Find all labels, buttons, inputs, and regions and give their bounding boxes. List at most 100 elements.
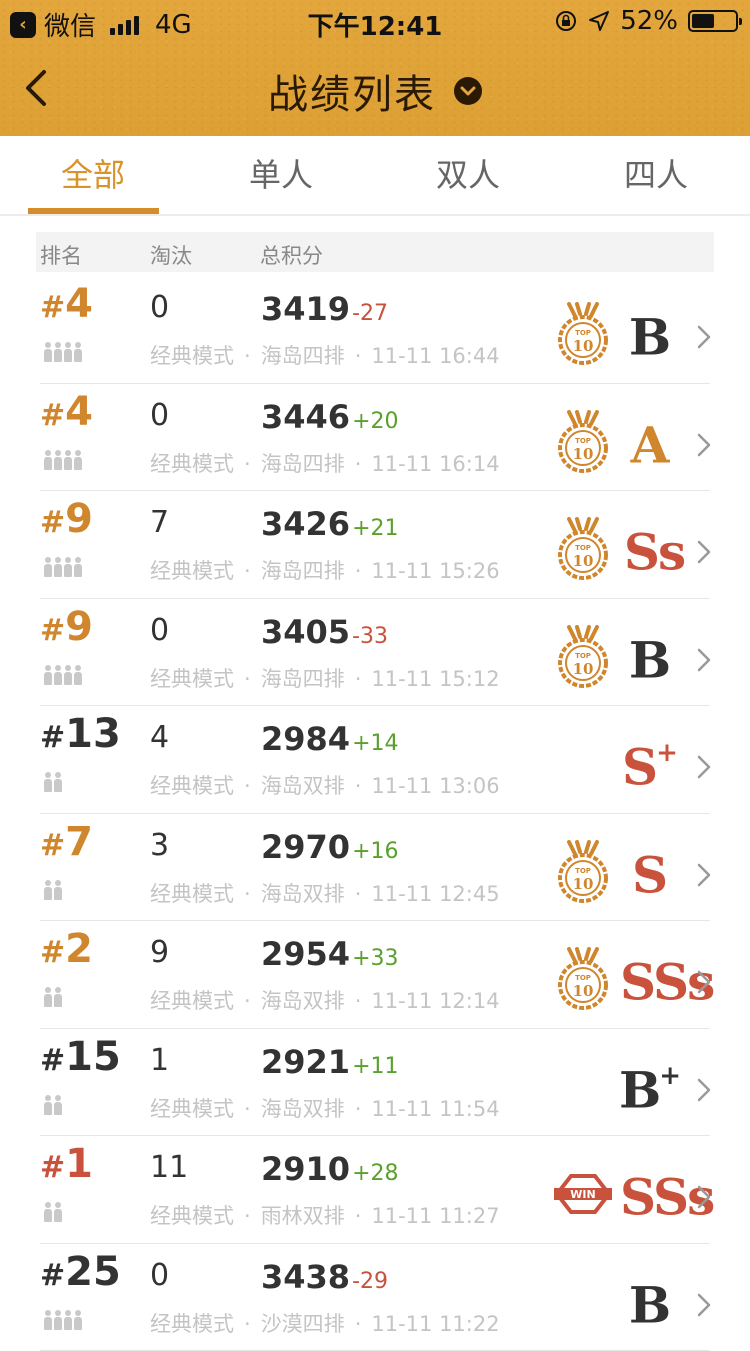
match-map: 海岛双排 xyxy=(261,1097,345,1121)
tab-duo[interactable]: 双人 xyxy=(398,150,538,196)
match-row[interactable]: #403419-27经典模式·海岛四排·11-11 16:44TOP10B xyxy=(0,276,750,384)
tab-squad[interactable]: 四人 xyxy=(586,150,726,196)
chevron-right-icon[interactable] xyxy=(696,647,712,673)
chevron-right-icon[interactable] xyxy=(696,324,712,350)
score: 3405-33 xyxy=(261,613,388,651)
grade-rating: SSs xyxy=(620,1164,694,1223)
chevron-right-icon[interactable] xyxy=(696,1077,712,1103)
mode-tabs: 全部 单人 双人 四人 xyxy=(0,136,750,216)
grade-letter: A xyxy=(631,415,668,474)
match-row[interactable]: #2503438-29经典模式·沙漠四排·11-11 11:22B xyxy=(0,1244,750,1351)
match-row[interactable]: #1512921+11经典模式·海岛双排·11-11 11:54B+ xyxy=(0,1029,750,1137)
match-map: 海岛双排 xyxy=(261,989,345,1013)
match-meta: 经典模式·海岛四排·11-11 16:44 xyxy=(150,340,500,370)
kills-value: 0 xyxy=(150,613,169,648)
match-map: 海岛四排 xyxy=(261,559,345,583)
separator-dot: · xyxy=(355,452,362,476)
rank: #2 xyxy=(40,927,93,975)
rank-hash: # xyxy=(40,828,65,863)
rank-value: 4 xyxy=(65,281,93,327)
separator-dot: · xyxy=(244,559,251,583)
match-mode: 经典模式 xyxy=(150,882,234,906)
player-icon xyxy=(64,1310,72,1330)
kills-value: 11 xyxy=(150,1150,188,1185)
grade-letter: B xyxy=(629,1275,669,1334)
score: 3446+20 xyxy=(261,398,399,436)
match-time: 11-11 13:06 xyxy=(371,774,499,798)
chevron-right-icon[interactable] xyxy=(696,969,712,995)
match-meta: 经典模式·海岛四排·11-11 15:26 xyxy=(150,555,500,585)
chevron-right-icon[interactable] xyxy=(696,1292,712,1318)
rank-value: 2 xyxy=(65,926,93,972)
match-row[interactable]: #292954+33经典模式·海岛双排·11-11 12:14TOP10SSs xyxy=(0,921,750,1029)
player-icon xyxy=(54,557,62,577)
score: 2954+33 xyxy=(261,935,399,973)
separator-dot: · xyxy=(244,774,251,798)
match-map: 海岛四排 xyxy=(261,344,345,368)
kills-value: 3 xyxy=(150,828,169,863)
svg-text:TOP: TOP xyxy=(575,544,591,552)
match-time: 11-11 12:45 xyxy=(371,882,499,906)
player-icon xyxy=(44,987,52,1007)
chevron-right-icon[interactable] xyxy=(696,432,712,458)
team-size-icons xyxy=(44,1310,82,1330)
match-map: 海岛四排 xyxy=(261,667,345,691)
battery-percent: 52% xyxy=(620,6,678,36)
score-delta: +11 xyxy=(352,1054,398,1079)
player-icon xyxy=(64,450,72,470)
svg-text:TOP: TOP xyxy=(575,329,591,337)
separator-dot: · xyxy=(355,559,362,583)
rank-hash: # xyxy=(40,505,65,540)
match-row[interactable]: #1112910+28经典模式·雨林双排·11-11 11:27WINSSs xyxy=(0,1136,750,1244)
match-row[interactable]: #732970+16经典模式·海岛双排·11-11 12:45TOP10S xyxy=(0,814,750,922)
score-delta: +14 xyxy=(352,731,398,756)
match-row[interactable]: #1342984+14经典模式·海岛双排·11-11 13:06S+ xyxy=(0,706,750,814)
separator-dot: · xyxy=(355,882,362,906)
score-delta: +16 xyxy=(352,839,398,864)
tab-solo[interactable]: 单人 xyxy=(211,150,351,196)
team-size-icons xyxy=(44,987,62,1007)
match-row[interactable]: #973426+21经典模式·海岛四排·11-11 15:26TOP10Ss xyxy=(0,491,750,599)
match-row[interactable]: #403446+20经典模式·海岛四排·11-11 16:14TOP10A xyxy=(0,384,750,492)
grade-rating: Ss xyxy=(614,519,694,578)
grade-rating: B+ xyxy=(604,1057,694,1116)
top10-badge-icon: TOP10 xyxy=(553,517,613,581)
match-mode: 经典模式 xyxy=(150,1204,234,1228)
active-tab-indicator xyxy=(28,208,159,214)
team-size-icons xyxy=(44,880,62,900)
chevron-down-icon xyxy=(454,77,482,105)
separator-dot: · xyxy=(244,1097,251,1121)
rank-value: 9 xyxy=(65,496,93,542)
rank-value: 9 xyxy=(65,604,93,650)
match-row[interactable]: #903405-33经典模式·海岛四排·11-11 15:12TOP10B xyxy=(0,599,750,707)
score: 2910+28 xyxy=(261,1150,399,1188)
kills-value: 1 xyxy=(150,1043,169,1078)
player-icon xyxy=(54,987,62,1007)
svg-text:TOP: TOP xyxy=(575,437,591,445)
score-delta: +20 xyxy=(352,409,398,434)
kills-value: 4 xyxy=(150,720,169,755)
chevron-right-icon[interactable] xyxy=(696,1184,712,1210)
svg-text:10: 10 xyxy=(573,875,594,893)
title-dropdown[interactable]: 战绩列表 xyxy=(268,62,482,120)
chevron-right-icon[interactable] xyxy=(696,754,712,780)
chevron-right-icon[interactable] xyxy=(696,862,712,888)
separator-dot: · xyxy=(355,774,362,798)
kills-value: 7 xyxy=(150,505,169,540)
tab-all[interactable]: 全部 xyxy=(23,150,163,196)
kills-value: 0 xyxy=(150,398,169,433)
separator-dot: · xyxy=(244,1312,251,1336)
chevron-right-icon[interactable] xyxy=(696,539,712,565)
grade-letter: S xyxy=(622,738,656,797)
rank: #4 xyxy=(40,282,93,330)
svg-text:10: 10 xyxy=(573,552,594,570)
grade-letter: B xyxy=(629,308,669,367)
svg-text:10: 10 xyxy=(573,445,594,463)
grade-rating: A xyxy=(604,412,694,471)
grade-rating: S xyxy=(604,842,694,901)
rank: #9 xyxy=(40,605,93,653)
grade-letter: B xyxy=(629,630,669,689)
match-mode: 经典模式 xyxy=(150,667,234,691)
match-mode: 经典模式 xyxy=(150,774,234,798)
rank: #1 xyxy=(40,1142,93,1190)
